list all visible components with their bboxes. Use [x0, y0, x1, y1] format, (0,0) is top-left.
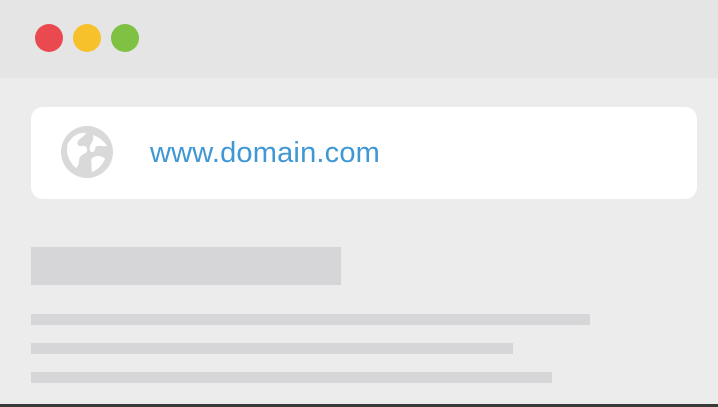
zoom-button[interactable] — [111, 24, 139, 52]
globe-icon — [60, 125, 114, 179]
placeholder-text-line — [31, 372, 552, 383]
placeholder-text-line — [31, 343, 513, 354]
placeholder-heading — [31, 247, 341, 285]
placeholder-text-line — [31, 314, 590, 325]
url-text[interactable]: www.domain.com — [150, 133, 380, 173]
minimize-button[interactable] — [73, 24, 101, 52]
browser-window: www.domain.com — [0, 0, 718, 407]
close-button[interactable] — [35, 24, 63, 52]
title-bar — [0, 0, 718, 78]
